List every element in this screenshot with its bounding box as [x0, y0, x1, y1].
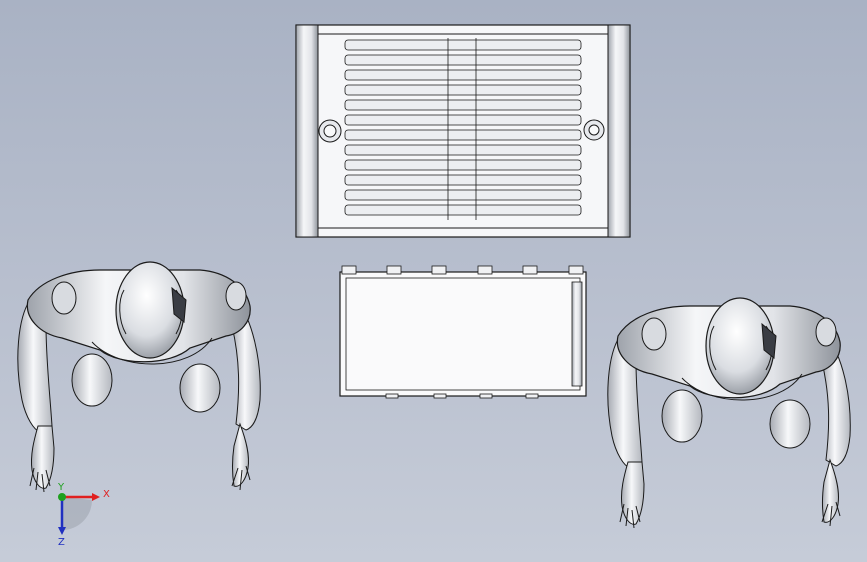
humanoid-robot-right[interactable]	[607, 297, 851, 529]
crate-rack-top[interactable]	[295, 24, 631, 238]
humanoid-robot-left[interactable]	[17, 261, 261, 493]
cad-viewport[interactable]: X Y Z	[0, 0, 867, 562]
crate-box-top[interactable]	[339, 265, 587, 399]
y-axis-dot	[58, 493, 66, 501]
z-axis-label: Z	[58, 537, 65, 548]
crate-rack-knob-left	[318, 119, 342, 143]
crate-rack-knob-right	[583, 119, 605, 141]
axis-triad: X Y Z	[57, 482, 110, 548]
x-axis-label: X	[103, 489, 110, 500]
y-axis-label: Y	[57, 482, 65, 493]
